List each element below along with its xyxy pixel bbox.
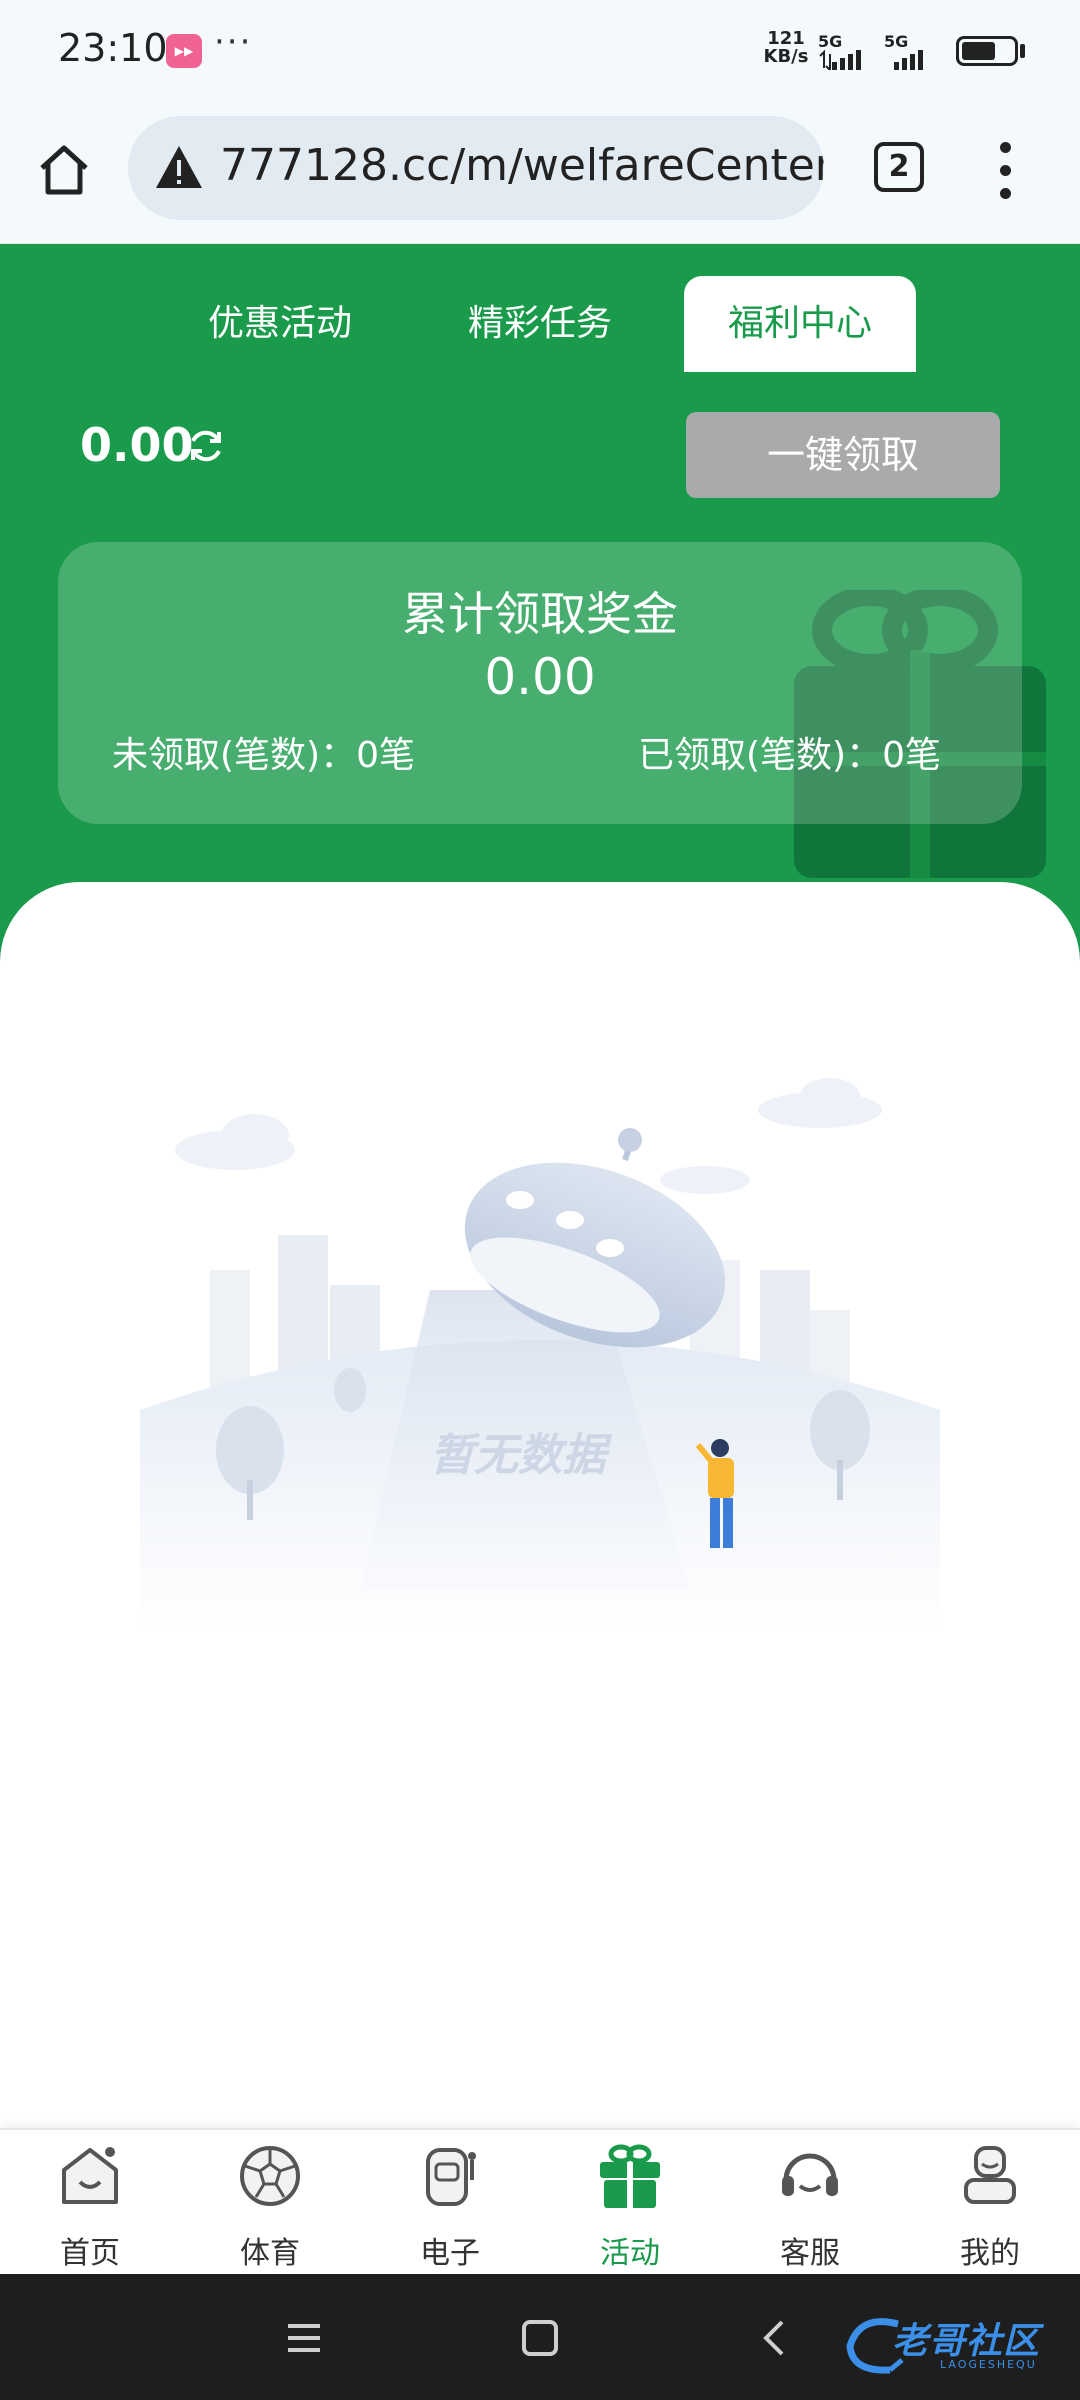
empty-state-text: 暂无数据 [430,1430,613,1481]
slot-machine-icon [426,2148,476,2206]
tab-tasks[interactable]: 精彩任务 [450,276,630,372]
status-time: 23:10 [58,26,168,70]
tab-promotions[interactable]: 优惠活动 [190,276,370,372]
nav-label-activity: 活动 [600,2236,660,2271]
home-icon[interactable] [34,140,94,200]
back-icon[interactable] [752,2314,800,2362]
nav-label-support: 客服 [780,2236,840,2271]
ufo-city-empty-illustration: 暂无数据 [140,1078,940,1630]
balance-amount: 0.00 [80,418,194,472]
refresh-icon[interactable] [186,426,226,466]
headset-icon [782,2153,838,2196]
network-speed: 121 KB/s [763,28,809,67]
nav-label-sports: 体育 [240,2236,300,2271]
nav-label-mine: 我的 [960,2236,1020,2271]
unclaimed-count: 未领取(笔数)：0笔 [112,735,415,776]
address-bar[interactable]: 777128.cc/m/welfareCenter?ty [128,116,824,220]
nav-item-sports[interactable]: 体育 [180,2130,360,2276]
system-navigation-bar: 老哥社区 LAOGESHEQU [0,2274,1080,2400]
total-bonus-value: 0.00 [484,648,596,706]
gift-icon [600,2144,660,2208]
bilibili-app-icon: ▶▶ [166,34,202,68]
browser-toolbar: 777128.cc/m/welfareCenter?ty 2 [0,100,1080,244]
status-bar: 23:10 ▶▶ ··· 121 KB/s 5G 5G [0,0,1080,100]
claimed-count: 已领取(笔数)：0笔 [638,735,941,776]
more-notifications-icon: ··· [214,22,253,62]
home-icon [62,2147,118,2204]
claim-all-button[interactable]: 一键领取 [686,412,1000,498]
total-bonus-title: 累计领取奖金 [402,587,678,641]
bottom-nav: 首页 体育 电子 活动 客服 我的 [0,2128,1080,2274]
nav-item-electronic[interactable]: 电子 [360,2130,540,2276]
nav-item-home[interactable]: 首页 [0,2130,180,2276]
tab-switcher-button[interactable]: 2 [874,142,924,192]
battery-icon [956,36,1018,66]
nav-item-support[interactable]: 客服 [720,2130,900,2276]
home-square-icon[interactable] [516,2314,564,2362]
signal-icon [819,49,861,70]
url-text[interactable]: 777128.cc/m/welfareCenter?ty [220,140,824,191]
nav-item-mine[interactable]: 我的 [900,2130,1080,2276]
kebab-menu-icon[interactable] [990,140,1022,202]
nav-item-activity[interactable]: 活动 [540,2130,720,2276]
watermark-text: 老哥社区 [892,2321,1041,2362]
recent-apps-icon[interactable] [280,2314,328,2362]
watermark-subtext: LAOGESHEQU [940,2358,1037,2371]
nav-label-home: 首页 [60,2236,120,2271]
signal-icon-2 [894,50,923,70]
battery-tip [1020,44,1025,58]
nav-label-electronic: 电子 [420,2236,480,2271]
user-icon [964,2146,1016,2204]
watermark-logo: 老哥社区 LAOGESHEQU [840,2304,1070,2384]
warning-triangle-icon[interactable] [154,144,204,190]
tab-welfare-center[interactable]: 福利中心 [684,276,916,372]
soccer-ball-icon [240,2146,300,2206]
